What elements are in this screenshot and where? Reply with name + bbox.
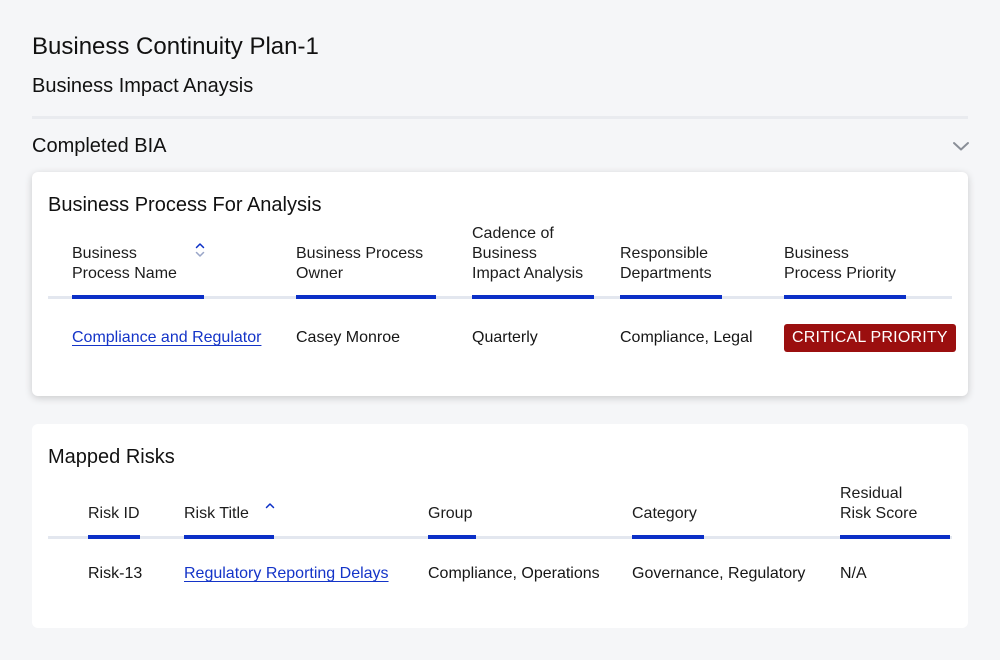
risk-title-link[interactable]: Regulatory Reporting Delays [184, 564, 389, 584]
risk-group: Compliance, Operations [428, 565, 600, 582]
column-header-residual-score[interactable]: Residual Risk Score [840, 484, 940, 524]
risk-category: Governance, Regulatory [632, 565, 806, 582]
column-underline [840, 535, 950, 539]
column-underline [72, 295, 204, 299]
process-owner: Casey Monroe [296, 329, 401, 346]
column-underline [620, 295, 722, 299]
column-header-risk-id[interactable]: Risk ID [88, 504, 168, 524]
divider [32, 116, 968, 119]
page-subtitle: Business Impact Anaysis [32, 75, 254, 97]
column-underline [428, 535, 476, 539]
sort-icon[interactable] [265, 502, 275, 518]
column-underline [296, 295, 436, 299]
card-title: Mapped Risks [48, 446, 175, 468]
business-process-card: Business Process For Analysis Business P… [32, 172, 968, 396]
sort-icon[interactable] [195, 242, 205, 258]
column-header-process-owner[interactable]: Business Process Owner [296, 244, 446, 284]
column-header-process-name[interactable]: Business Process Name [72, 244, 182, 284]
process-name-link[interactable]: Compliance and Regulator [72, 328, 261, 348]
column-underline [472, 295, 594, 299]
column-header-risk-title[interactable]: Risk Title [184, 504, 274, 524]
column-header-category[interactable]: Category [632, 504, 732, 524]
residual-risk-score: N/A [840, 565, 867, 582]
cadence-value: Quarterly [472, 329, 538, 346]
column-header-cadence[interactable]: Cadence of Business Impact Analysis [472, 224, 602, 284]
card-title: Business Process For Analysis [48, 194, 322, 216]
column-underline [632, 535, 704, 539]
departments-value: Compliance, Legal [620, 329, 753, 346]
column-underline [784, 295, 906, 299]
column-underline [88, 535, 140, 539]
chevron-down-icon[interactable] [951, 136, 971, 156]
column-underline [184, 535, 274, 539]
section-header-completed-bia[interactable]: Completed BIA [32, 132, 971, 160]
column-header-group[interactable]: Group [428, 504, 508, 524]
column-header-departments[interactable]: Responsible Departments [620, 244, 750, 284]
section-label: Completed BIA [32, 134, 167, 157]
mapped-risks-card: Mapped Risks Risk ID Risk Title Group Ca… [32, 424, 968, 628]
risk-id: Risk-13 [88, 565, 143, 582]
page-title: Business Continuity Plan-1 [32, 33, 319, 60]
priority-badge: CRITICAL PRIORITY [784, 324, 956, 352]
column-header-priority[interactable]: Business Process Priority [784, 244, 924, 284]
